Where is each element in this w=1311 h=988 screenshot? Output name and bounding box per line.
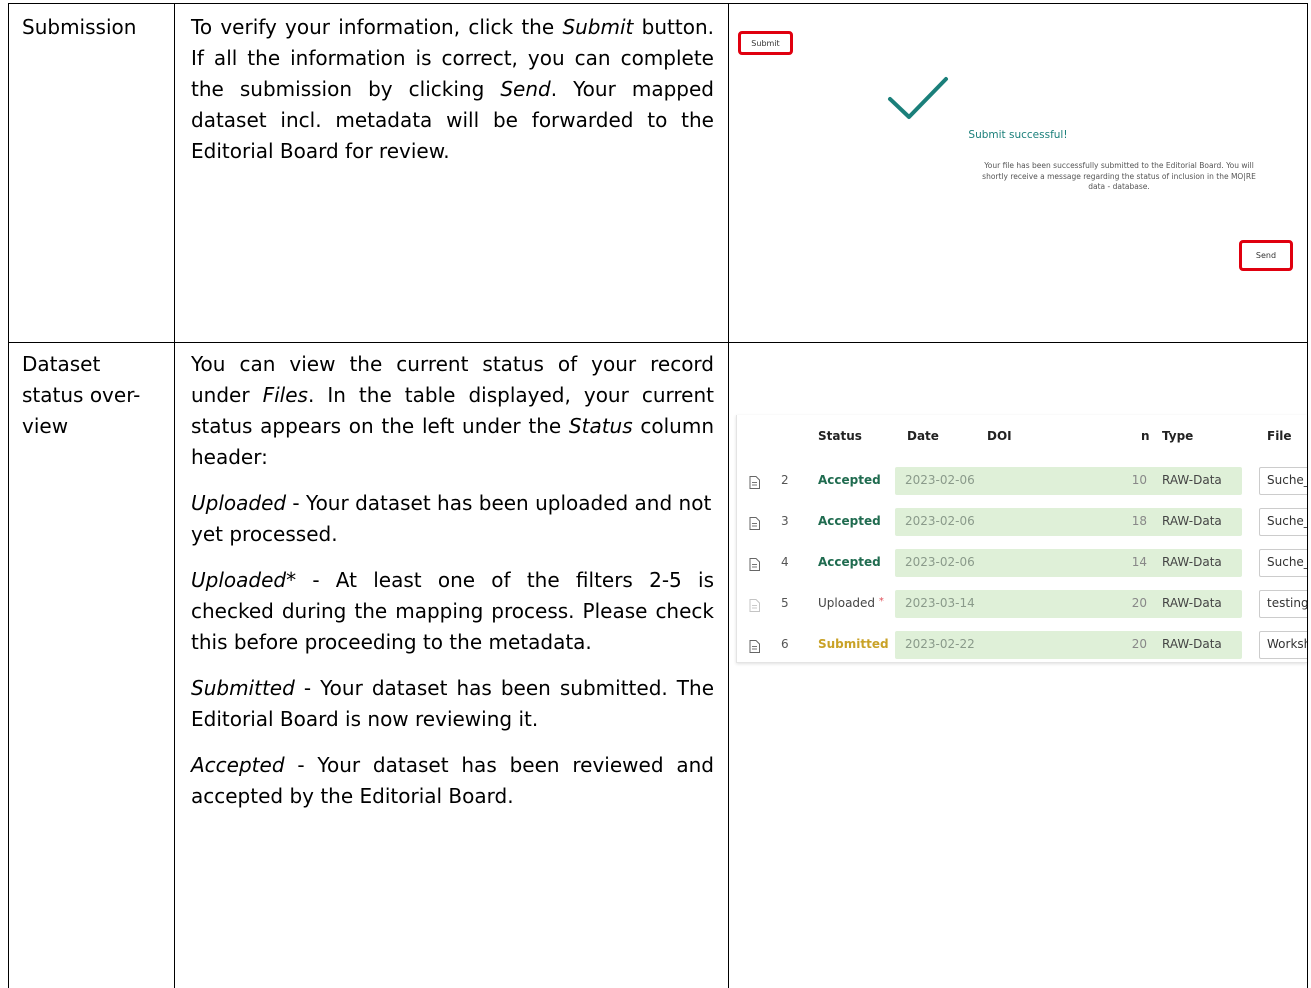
row-label-text: Submission — [22, 15, 137, 39]
document-icon[interactable] — [749, 556, 760, 571]
table-border-left — [8, 3, 9, 988]
row-label-line: view — [22, 414, 69, 438]
row-index: 5 — [781, 596, 789, 610]
status-badge: Accepted — [818, 473, 881, 487]
description-paragraph: Submitted - Your dataset has been submit… — [191, 673, 714, 735]
row-index: 6 — [781, 637, 789, 651]
n-value: 18 — [1131, 514, 1147, 528]
file-value: Suche_ — [1267, 555, 1307, 569]
n-value: 20 — [1131, 596, 1147, 610]
emphasized-term: Submit — [562, 15, 634, 39]
status-text: Accepted — [818, 473, 881, 487]
emphasized-term: Send — [500, 77, 551, 101]
table-row[interactable]: 3 Accepted 2023-02-06 18 RAW-Data Suche_ — [737, 505, 1307, 539]
column-header-date[interactable]: Date — [907, 429, 939, 443]
document-icon[interactable] — [749, 638, 760, 653]
status-text: Submitted — [818, 637, 889, 651]
row-label-line: Dataset — [22, 352, 101, 376]
send-button[interactable]: Send — [1239, 240, 1293, 271]
files-status-table: Status Date DOI n Type File 2 Accepted 202… — [736, 415, 1307, 663]
status-badge: Submitted — [818, 637, 889, 651]
date-value: 2023-02-06 — [905, 473, 975, 487]
type-value: RAW-Data — [1162, 514, 1222, 528]
status-text: Accepted — [818, 514, 881, 528]
emphasized-term: Uploaded* — [191, 568, 297, 592]
n-value: 20 — [1131, 637, 1147, 651]
success-title: Submit successful! — [968, 129, 1068, 141]
table-row[interactable]: 4 Accepted 2023-02-06 14 RAW-Data Suche_ — [737, 546, 1307, 580]
date-value: 2023-02-22 — [905, 637, 975, 651]
column-header-n[interactable]: n — [1141, 429, 1150, 443]
document-icon[interactable] — [749, 597, 760, 612]
success-message: Your file has been successfully submitte… — [982, 161, 1256, 191]
type-value: RAW-Data — [1162, 473, 1222, 487]
submit-button[interactable]: Submit — [738, 31, 793, 55]
row-description-status-overview: You can view the current status of your … — [191, 349, 714, 812]
file-value: Worksh — [1267, 637, 1307, 651]
required-marker: * — [878, 596, 884, 607]
document-icon[interactable] — [749, 515, 760, 530]
emphasized-term: Status — [568, 414, 633, 438]
description-paragraph: Uploaded* - At least one of the filters … — [191, 565, 714, 658]
emphasized-term: Files — [262, 383, 308, 407]
checkmark-icon — [888, 77, 948, 119]
table-row[interactable]: 6 Submitted 2023-02-22 20 RAW-Data Worksh — [737, 628, 1307, 662]
file-value: Suche_ — [1267, 473, 1307, 487]
description-paragraph: Accepted - Your dataset has been reviewe… — [191, 750, 714, 812]
column-header-type[interactable]: Type — [1162, 429, 1193, 443]
emphasized-term: Uploaded — [191, 491, 287, 515]
description-paragraph: To verify your information, click the Su… — [191, 12, 714, 167]
type-value: RAW-Data — [1162, 637, 1222, 651]
type-value: RAW-Data — [1162, 555, 1222, 569]
row-label-line: status over- — [22, 383, 141, 407]
file-value: Suche_ — [1267, 514, 1307, 528]
table-col-divider-1 — [174, 3, 175, 988]
column-header-doi[interactable]: DOI — [987, 429, 1012, 443]
row-label-status-overview: Dataset status over- view — [22, 349, 172, 442]
status-badge: Uploaded * — [818, 596, 884, 610]
date-value: 2023-02-06 — [905, 514, 975, 528]
row-index: 2 — [781, 473, 789, 487]
text-run: To verify your information, click the — [191, 15, 563, 39]
date-value: 2023-02-06 — [905, 555, 975, 569]
status-badge: Accepted — [818, 514, 881, 528]
row-index: 4 — [781, 555, 789, 569]
table-row[interactable]: 5 Uploaded * 2023-03-14 20 RAW-Data testing_ — [737, 587, 1307, 621]
status-text: Uploaded — [818, 596, 876, 610]
row-label-submission: Submission — [22, 12, 136, 43]
n-value: 14 — [1131, 555, 1147, 569]
column-header-status[interactable]: Status — [818, 429, 862, 443]
submission-screenshot: Submit Submit successful! Your file has … — [729, 3, 1307, 343]
emphasized-term: Submitted — [191, 676, 295, 700]
type-value: RAW-Data — [1162, 596, 1222, 610]
file-value: testing_ — [1267, 596, 1307, 610]
description-paragraph: Uploaded - Your dataset has been uploade… — [191, 488, 714, 550]
status-badge: Accepted — [818, 555, 881, 569]
row-description-submission: To verify your information, click the Su… — [191, 12, 714, 167]
status-text: Accepted — [818, 555, 881, 569]
n-value: 10 — [1131, 473, 1147, 487]
date-value: 2023-03-14 — [905, 596, 975, 610]
column-header-file[interactable]: File — [1267, 429, 1292, 443]
table-row[interactable]: 2 Accepted 2023-02-06 10 RAW-Data Suche_ — [737, 464, 1307, 498]
description-paragraph: You can view the current status of your … — [191, 349, 714, 473]
emphasized-term: Accepted — [191, 753, 285, 777]
row-index: 3 — [781, 514, 789, 528]
instructions-table: Submission To verify your information, c… — [8, 3, 1308, 988]
document-icon[interactable] — [749, 474, 760, 489]
table-border-right — [1307, 3, 1308, 988]
